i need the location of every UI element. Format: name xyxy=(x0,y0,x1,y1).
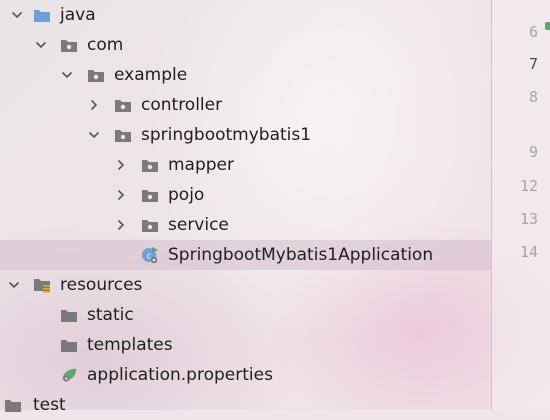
tree-item-static[interactable]: static xyxy=(0,300,491,330)
package-icon xyxy=(141,217,159,233)
tree-item-resources[interactable]: resources xyxy=(0,270,491,300)
tree-item-label: static xyxy=(87,305,134,325)
line-number: 8 xyxy=(528,88,538,106)
tree-item-application-properties[interactable]: application.properties xyxy=(0,360,491,390)
tree-item-test[interactable]: test xyxy=(0,390,491,420)
package-icon xyxy=(114,127,132,143)
folder-gray-icon xyxy=(4,397,22,413)
tree-item-label: com xyxy=(87,35,124,55)
tree-item-controller[interactable]: controller xyxy=(0,90,491,120)
line-number: 9 xyxy=(528,143,538,161)
line-number: 12 xyxy=(519,177,538,195)
tree-item-label: pojo xyxy=(168,185,205,205)
chevron-right-icon[interactable] xyxy=(113,217,129,233)
resources-folder-icon xyxy=(33,277,51,293)
tree-item-service[interactable]: service xyxy=(0,210,491,240)
tree-item-templates[interactable]: templates xyxy=(0,330,491,360)
tree-item-springbootmybatis1application[interactable]: c SpringbootMybatis1Application xyxy=(0,240,491,270)
tree-item-example[interactable]: example xyxy=(0,60,491,90)
tree-item-com[interactable]: com xyxy=(0,30,491,60)
change-marker xyxy=(545,22,550,30)
tree-item-java[interactable]: java xyxy=(0,0,491,30)
package-icon xyxy=(141,187,159,203)
chevron-down-icon[interactable] xyxy=(6,277,22,293)
editor-gutter: 6 7 8 9 12 13 14 xyxy=(492,0,550,410)
chevron-right-icon[interactable] xyxy=(113,157,129,173)
spring-class-icon: c xyxy=(141,247,159,264)
line-number-current: 7 xyxy=(528,55,538,73)
tree-item-springbootmybatis1[interactable]: springbootmybatis1 xyxy=(0,120,491,150)
package-icon xyxy=(141,157,159,173)
project-tree[interactable]: java com example controller springbootmy… xyxy=(0,0,491,415)
tree-item-label: templates xyxy=(87,335,173,355)
chevron-right-icon[interactable] xyxy=(86,97,102,113)
tree-item-pojo[interactable]: pojo xyxy=(0,180,491,210)
line-number: 6 xyxy=(528,23,538,41)
spring-properties-icon xyxy=(60,367,78,383)
package-icon xyxy=(87,67,105,83)
tree-item-label: controller xyxy=(141,95,223,115)
line-number: 13 xyxy=(519,210,538,228)
folder-gray-icon xyxy=(60,307,78,323)
tree-item-label: example xyxy=(114,65,188,85)
tree-item-label: springbootmybatis1 xyxy=(141,125,312,145)
tree-item-label: service xyxy=(168,215,229,235)
folder-blue-icon xyxy=(33,7,51,23)
tree-item-label: test xyxy=(33,395,66,415)
tree-item-mapper[interactable]: mapper xyxy=(0,150,491,180)
package-icon xyxy=(114,97,132,113)
package-icon xyxy=(60,37,78,53)
chevron-down-icon[interactable] xyxy=(86,127,102,143)
chevron-down-icon[interactable] xyxy=(59,67,75,83)
tree-item-label: application.properties xyxy=(87,365,273,385)
chevron-down-icon[interactable] xyxy=(9,7,25,23)
tree-item-label: resources xyxy=(60,275,143,295)
svg-text:c: c xyxy=(147,252,152,262)
tree-item-label: SpringbootMybatis1Application xyxy=(168,245,434,265)
chevron-right-icon[interactable] xyxy=(113,187,129,203)
line-number: 14 xyxy=(519,243,538,261)
tree-item-label: java xyxy=(60,5,96,25)
tree-item-label: mapper xyxy=(168,155,235,175)
chevron-down-icon[interactable] xyxy=(33,37,49,53)
folder-gray-icon xyxy=(60,337,78,353)
